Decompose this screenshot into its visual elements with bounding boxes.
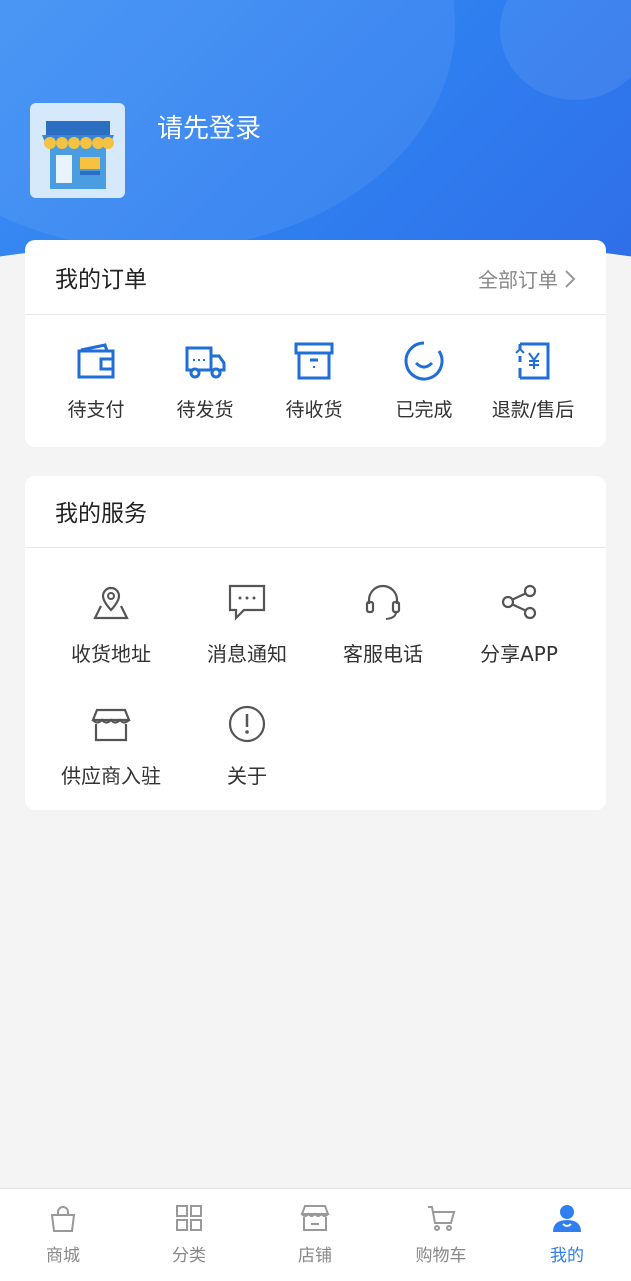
- message-bubble-icon: [228, 584, 266, 621]
- orders-header: 我的订单 全部订单: [25, 240, 606, 315]
- order-refund[interactable]: 退款/售后: [475, 315, 591, 447]
- orders-title: 我的订单: [55, 267, 147, 293]
- completed-smile-icon: [404, 341, 444, 381]
- service-messages[interactable]: 消息通知: [179, 582, 315, 692]
- service-label: 供应商入驻: [61, 764, 161, 788]
- order-item-label: 退款/售后: [491, 399, 575, 421]
- shopping-bag-icon: [50, 1206, 76, 1232]
- order-item-label: 待支付: [67, 399, 125, 421]
- orders-card: 我的订单 全部订单 待支付 待发货 待收货 已完成 退款/售后: [25, 240, 606, 447]
- header-decoration: [500, 0, 631, 100]
- location-pin-icon: [93, 586, 129, 620]
- tab-category[interactable]: 分类: [126, 1189, 252, 1281]
- service-customer-phone[interactable]: 客服电话: [315, 582, 451, 692]
- share-icon: [501, 584, 537, 620]
- service-label: 客服电话: [343, 642, 423, 666]
- cart-icon: [428, 1206, 456, 1231]
- all-orders-label: 全部订单: [478, 268, 558, 292]
- service-address[interactable]: 收货地址: [43, 582, 179, 692]
- tab-label: 我的: [550, 1246, 584, 1266]
- grid-icon: [176, 1205, 202, 1231]
- store-avatar-icon: [42, 121, 114, 189]
- package-box-icon: [294, 342, 334, 380]
- refund-receipt-icon: [515, 342, 550, 380]
- headset-icon: [365, 584, 401, 620]
- chevron-right-icon: [565, 269, 576, 288]
- tab-label: 店铺: [298, 1246, 332, 1266]
- bottom-tab-bar: 商城 分类 店铺 购物车 我的: [0, 1188, 631, 1281]
- tab-mine[interactable]: 我的: [504, 1189, 630, 1281]
- service-share-app[interactable]: 分享APP: [451, 582, 587, 692]
- info-exclamation-icon: [228, 705, 266, 743]
- service-label: 关于: [227, 764, 267, 788]
- services-header: 我的服务: [25, 476, 606, 548]
- login-prompt[interactable]: 请先登录: [157, 108, 261, 145]
- store-icon: [91, 708, 131, 742]
- tab-label: 商城: [46, 1246, 80, 1266]
- service-about[interactable]: 关于: [179, 704, 315, 814]
- service-label: 消息通知: [207, 642, 287, 666]
- order-status-row: 待支付 待发货 待收货 已完成 退款/售后: [25, 315, 606, 447]
- order-pending-payment[interactable]: 待支付: [38, 315, 154, 447]
- tab-store[interactable]: 店铺: [252, 1189, 378, 1281]
- services-title: 我的服务: [55, 501, 147, 527]
- shop-icon: [300, 1205, 330, 1231]
- order-item-label: 待收货: [285, 399, 343, 421]
- service-label: 分享APP: [480, 642, 558, 666]
- all-orders-link[interactable]: 全部订单: [478, 264, 576, 293]
- tab-cart[interactable]: 购物车: [378, 1189, 504, 1281]
- services-card: 我的服务 收货地址 消息通知 客服电话 分享APP 供应商入驻 关于: [25, 476, 606, 810]
- order-pending-receipt[interactable]: 待收货: [256, 315, 372, 447]
- service-supplier-join[interactable]: 供应商入驻: [43, 704, 179, 814]
- service-label: 收货地址: [71, 642, 151, 666]
- tab-mall[interactable]: 商城: [0, 1189, 126, 1281]
- delivery-truck-icon: [185, 346, 226, 379]
- tab-label: 分类: [172, 1246, 206, 1266]
- order-completed[interactable]: 已完成: [366, 315, 482, 447]
- wallet-icon: [77, 343, 115, 379]
- user-icon: [553, 1205, 581, 1232]
- order-pending-shipment[interactable]: 待发货: [147, 315, 263, 447]
- avatar[interactable]: [30, 103, 125, 198]
- order-item-label: 待发货: [176, 399, 234, 421]
- order-item-label: 已完成: [395, 399, 453, 421]
- tab-label: 购物车: [415, 1246, 467, 1266]
